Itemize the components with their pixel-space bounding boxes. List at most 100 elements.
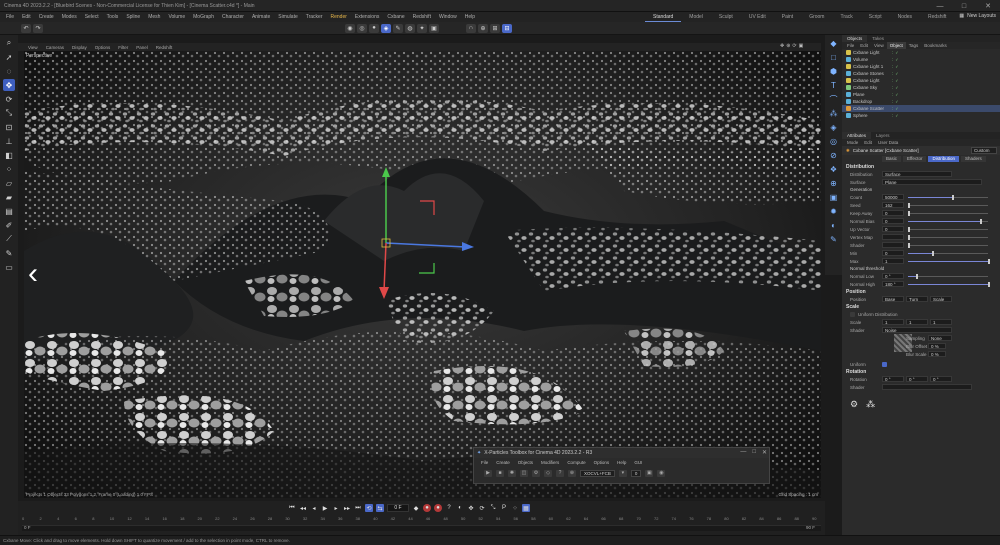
render-icon[interactable]: ●: [369, 23, 379, 33]
go-to-start-icon[interactable]: ⏮: [288, 504, 296, 512]
param-field[interactable]: 0: [882, 210, 904, 216]
magnet-icon[interactable]: ∩: [466, 23, 476, 33]
check-icon[interactable]: ✓: [895, 99, 898, 104]
camera-icon[interactable]: ▣: [828, 192, 839, 203]
slider-knob[interactable]: [980, 219, 982, 224]
points-mode-icon[interactable]: ⁘: [3, 163, 15, 175]
transform-icon[interactable]: ⊡: [3, 121, 15, 133]
param-field[interactable]: 0: [882, 250, 904, 256]
menu-item-character[interactable]: Character: [218, 14, 248, 20]
param-field[interactable]: 1: [882, 258, 904, 264]
edges-mode-icon[interactable]: ▱: [3, 177, 15, 189]
check-icon[interactable]: ✓: [895, 106, 898, 111]
objects-menu-bookmarks[interactable]: Bookmarks: [921, 42, 950, 49]
light-icon[interactable]: ✦: [417, 23, 427, 33]
layout-tab-track[interactable]: Track: [832, 12, 860, 22]
menu-item-modes[interactable]: Modes: [58, 14, 81, 20]
mograph-icon[interactable]: ⁂: [828, 108, 839, 119]
menu-item-extensions[interactable]: Extensions: [351, 14, 383, 20]
menu-item-animate[interactable]: Animate: [248, 14, 274, 20]
check-icon[interactable]: ✓: [895, 113, 898, 118]
row-field[interactable]: 0 °: [930, 376, 952, 382]
xp-question-icon[interactable]: ?: [556, 469, 564, 477]
pos-icon[interactable]: ✥: [467, 504, 475, 512]
auto-key-icon[interactable]: ●: [434, 504, 442, 512]
xp-menu-options[interactable]: Options: [590, 460, 614, 465]
slider-knob[interactable]: [908, 227, 910, 232]
render-view-icon[interactable]: ◎: [357, 23, 367, 33]
cube-3d-icon[interactable]: ⬢: [828, 66, 839, 77]
scale-icon[interactable]: ⤡: [3, 107, 15, 119]
slider-knob[interactable]: [952, 195, 954, 200]
select-icon[interactable]: ➚: [3, 51, 15, 63]
light-icon[interactable]: ✹: [828, 206, 839, 217]
tab-layers[interactable]: Layers: [871, 132, 895, 139]
param-slider[interactable]: [908, 259, 990, 264]
previous-arrow[interactable]: ‹: [20, 258, 46, 290]
menu-item-window[interactable]: Window: [435, 14, 461, 20]
row-field[interactable]: Turn: [906, 296, 928, 302]
xp-emitter-icon[interactable]: ✺: [508, 469, 516, 477]
tab-attributes[interactable]: Attributes: [842, 132, 872, 139]
menu-item-volume[interactable]: Volume: [164, 14, 189, 20]
sub-tab-effector[interactable]: Effector: [903, 156, 927, 162]
check-icon[interactable]: ✓: [895, 50, 898, 55]
redo-icon[interactable]: ↷: [33, 23, 43, 33]
check-icon[interactable]: ✓: [895, 85, 898, 90]
attr-menu-user-data[interactable]: User Data: [875, 139, 901, 146]
param-slider[interactable]: [908, 251, 988, 256]
objects-menu-tags[interactable]: Tags: [906, 42, 922, 49]
param-slider[interactable]: [908, 219, 988, 224]
param-field[interactable]: [882, 242, 904, 248]
3d-viewport[interactable]: Perspective Projects 1 Objects 33 Polygo…: [24, 51, 821, 498]
xp-dropdown[interactable]: XOCVL+FCB: [580, 469, 615, 477]
new-layouts-button[interactable]: ▦ New Layouts: [959, 13, 996, 19]
xp-camera-icon[interactable]: ▣: [645, 469, 654, 477]
objects-menu-view[interactable]: View: [871, 42, 887, 49]
menu-item-mograph[interactable]: MoGraph: [189, 14, 218, 20]
param-slider[interactable]: [908, 235, 988, 240]
slider-knob[interactable]: [932, 251, 934, 256]
objects-menu-file[interactable]: File: [844, 42, 857, 49]
search-icon[interactable]: ⌕: [3, 37, 15, 49]
surface-link-field[interactable]: Plane: [882, 179, 982, 185]
menu-item-create[interactable]: Create: [35, 14, 58, 20]
record-icon[interactable]: ●: [423, 504, 431, 512]
objects-menu-object[interactable]: Object: [886, 42, 906, 49]
xp-menu-create[interactable]: Create: [492, 460, 514, 465]
sphere-icon[interactable]: ◍: [405, 23, 415, 33]
distribution-dropdown[interactable]: Surface: [882, 171, 952, 177]
rotate-view-icon[interactable]: ⟳: [792, 43, 796, 49]
menu-item-tracker[interactable]: Tracker: [302, 14, 327, 20]
xp-modifier-icon[interactable]: ◇: [544, 469, 552, 477]
polygons-mode-icon[interactable]: ▰: [3, 191, 15, 203]
param-field[interactable]: 0 °: [882, 273, 904, 279]
row-field[interactable]: 1: [882, 319, 904, 325]
visible-icon[interactable]: ⁚: [892, 85, 893, 90]
layout-tab-nodes[interactable]: Nodes: [890, 12, 920, 22]
next-key-icon[interactable]: ▸▸: [343, 504, 351, 512]
rotation-shader-field[interactable]: [882, 384, 972, 390]
globe-icon[interactable]: ⊕: [828, 178, 839, 189]
live-select-icon[interactable]: ◌: [3, 65, 15, 77]
viewport-menu-options[interactable]: Options: [91, 45, 115, 50]
menu-item-redshift[interactable]: Redshift: [409, 14, 435, 20]
layout-tab-script[interactable]: Script: [861, 12, 890, 22]
param-field[interactable]: [882, 234, 904, 240]
workplane-icon[interactable]: ⊟: [502, 23, 512, 33]
xp-minimize-button[interactable]: —: [740, 449, 746, 456]
object-row[interactable]: Backdrop ⁚ ✓: [842, 98, 1000, 105]
point-key-icon[interactable]: ⁘: [511, 504, 519, 512]
layout-tab-redshift[interactable]: Redshift: [920, 12, 954, 22]
visible-icon[interactable]: ⁚: [892, 113, 893, 118]
visible-icon[interactable]: ⁚: [892, 106, 893, 111]
xp-frame-field[interactable]: 0: [630, 469, 642, 477]
viewport-menu-cameras[interactable]: Cameras: [42, 45, 68, 50]
row-field[interactable]: Noise: [882, 327, 952, 333]
axis-icon[interactable]: ⊥: [3, 135, 15, 147]
menu-item-cxbane[interactable]: Cxbane: [383, 14, 408, 20]
viewport-menu-redshift[interactable]: Redshift: [152, 45, 177, 50]
xp-render-icon[interactable]: ◉: [657, 469, 666, 477]
uniform-checkbox[interactable]: [882, 361, 887, 367]
move-icon[interactable]: ✥: [3, 79, 15, 91]
